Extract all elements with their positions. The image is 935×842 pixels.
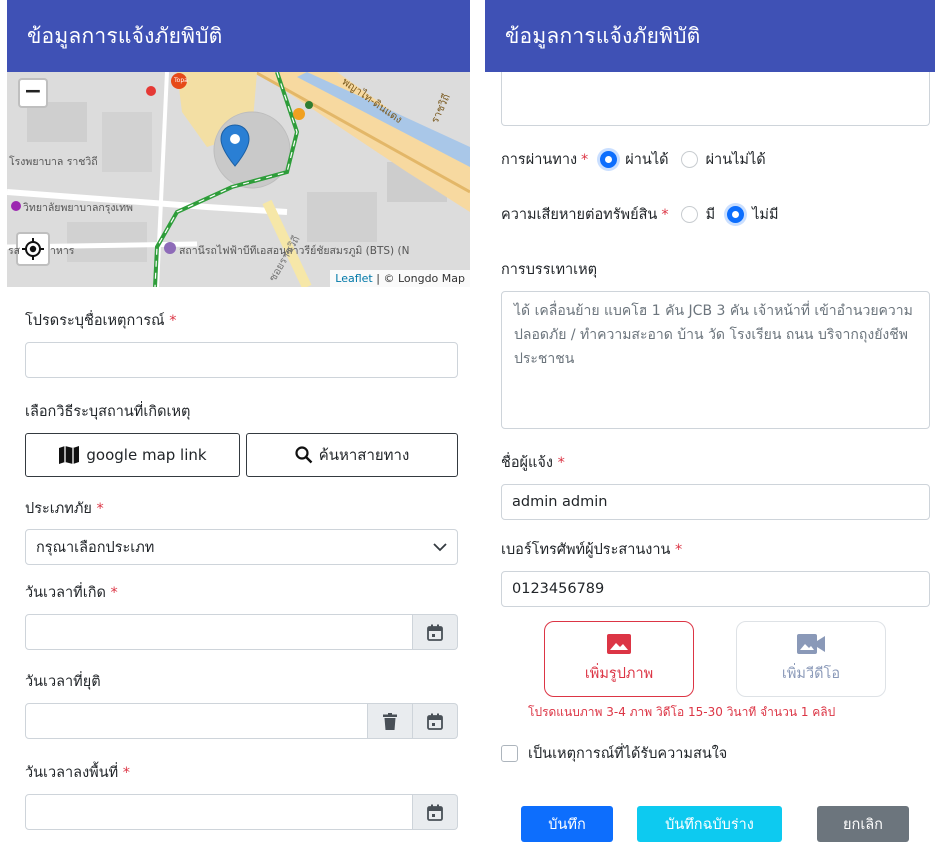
media-note: โปรดแนบภาพ 3-4 ภาพ วิดีโอ 15-30 วินาที จ…: [528, 705, 836, 719]
required-mark: *: [110, 585, 118, 601]
interest-checkbox-label[interactable]: เป็นเหตุการณ์ที่ได้รับความสนใจ: [528, 742, 727, 765]
passable-group: การผ่านทาง * ผ่านได้ ผ่านไม่ได้: [501, 148, 930, 171]
end-datetime-group: [25, 703, 458, 739]
start-datetime-label-text: วันเวลาที่เกิด: [25, 585, 106, 601]
map-attribution: Leaflet | © Longdo Map: [330, 270, 470, 287]
app-bar: ข้อมูลการแจ้งภัยพิบัติ: [485, 0, 935, 72]
page-title: ข้อมูลการแจ้งภัยพิบัติ: [27, 23, 223, 48]
end-datetime-label: วันเวลาที่ยุติ: [25, 674, 101, 690]
passable-yes-label[interactable]: ผ่านได้: [625, 148, 668, 171]
disaster-form: โปรดระบุชื่อเหตุการณ์ * เลือกวิธีระบุสถา…: [7, 309, 470, 830]
reporter-label-text: ชื่อผู้แจ้ง: [501, 455, 553, 471]
calendar-icon: [427, 804, 443, 821]
end-datetime-input[interactable]: [25, 703, 368, 739]
onsite-datetime-input[interactable]: [25, 794, 413, 830]
passable-yes-radio[interactable]: [600, 151, 618, 168]
app-bar: ข้อมูลการแจ้งภัยพิบัติ: [7, 0, 470, 72]
start-datetime-label: วันเวลาที่เกิด *: [25, 581, 458, 604]
add-video-label: เพิ่มวีดีโอ: [781, 665, 841, 682]
clear-datetime-button[interactable]: [368, 703, 413, 739]
save-button[interactable]: บันทึก: [521, 806, 613, 842]
right-screen: ข้อมูลการแจ้งภัยพิบัติ การผ่านทาง * ผ่าน…: [485, 0, 935, 842]
description-textarea[interactable]: ได้ เคลื่อนย้าย แบคโฮ 1 คัน JCB 3 คัน เจ…: [501, 291, 930, 429]
phone-input[interactable]: 0123456789: [501, 571, 930, 607]
reporter-label: ชื่อผู้แจ้ง *: [501, 451, 930, 474]
start-calendar-button[interactable]: [413, 614, 458, 650]
description-label: การบรรเทาเหตุ: [501, 262, 598, 278]
video-icon: [797, 633, 825, 654]
search-route-label: ค้นหาสายทาง: [318, 446, 410, 464]
image-icon: [607, 633, 631, 654]
media-upload-row: เพิ่มรูปภาพ เพิ่มวีดีโอ: [544, 621, 930, 697]
disaster-type-label-text: ประเภทภัย: [25, 501, 92, 517]
google-map-link-button[interactable]: google map link: [25, 433, 240, 477]
map-label-restaurant-2: าหาร: [50, 245, 75, 257]
required-mark: *: [169, 313, 177, 329]
crosshair-icon: [22, 238, 44, 260]
property-damage-group: ความเสียหายต่อทรัพย์สิน * มี ไม่มี: [501, 203, 930, 226]
google-map-link-label: google map link: [86, 446, 207, 464]
map-icon: [59, 446, 80, 464]
disaster-type-select[interactable]: กรุณาเลือกประเภท: [25, 529, 458, 565]
add-photo-label: เพิ่มรูปภาพ: [584, 665, 654, 682]
map-label-college: วิทยาลัยพยาบาลกรุงเทพ: [23, 202, 133, 214]
locate-me-button[interactable]: [16, 232, 50, 266]
disaster-form-continued: การผ่านทาง * ผ่านได้ ผ่านไม่ได้ ความเสีย…: [485, 72, 935, 765]
disaster-type-value: กรุณาเลือกประเภท: [36, 539, 155, 556]
onsite-datetime-group: [25, 794, 458, 830]
add-video-button[interactable]: เพิ่มวีดีโอ: [736, 621, 886, 697]
search-route-button[interactable]: ค้นหาสายทาง: [246, 433, 458, 477]
required-mark: *: [581, 151, 589, 168]
map-view[interactable]: − โรงพยาบาล ราชวิถี วิทยาลัยพยาบาลกรุงเท…: [7, 72, 470, 287]
interest-checkbox-row: เป็นเหตุการณ์ที่ได้รับความสนใจ: [501, 742, 930, 765]
required-mark: *: [675, 542, 683, 558]
map-label-restaurant: รส: [8, 245, 21, 257]
passable-no-radio[interactable]: [680, 151, 698, 168]
end-calendar-button[interactable]: [413, 703, 458, 739]
property-damage-no-radio[interactable]: [727, 206, 745, 223]
search-icon: [295, 446, 313, 464]
location-method-buttons: google map link ค้นหาสายทาง: [25, 433, 458, 477]
property-damage-no-label[interactable]: ไม่มี: [752, 203, 778, 226]
map-label-topa: Topa: [174, 77, 188, 84]
location-method-label: เลือกวิธีระบุสถานที่เกิดเหตุ: [25, 404, 191, 420]
phone-label-text: เบอร์โทรศัพท์ผู้ประสานงาน: [501, 542, 671, 558]
onsite-calendar-button[interactable]: [413, 794, 458, 830]
map-label-hospital: โรงพยาบาล ราชวิถี: [9, 156, 98, 168]
required-mark: *: [122, 765, 131, 781]
leaflet-link[interactable]: Leaflet: [335, 272, 372, 285]
disaster-type-label: ประเภทภัย *: [25, 497, 458, 520]
previous-textarea[interactable]: [501, 72, 930, 126]
property-damage-yes-radio[interactable]: [680, 206, 698, 223]
event-name-label-text: โปรดระบุชื่อเหตุการณ์: [25, 313, 165, 329]
add-photo-button[interactable]: เพิ่มรูปภาพ: [544, 621, 694, 697]
reporter-input[interactable]: admin admin: [501, 484, 930, 520]
calendar-icon: [427, 624, 443, 641]
event-name-label: โปรดระบุชื่อเหตุการณ์ *: [25, 309, 458, 332]
start-datetime-group: [25, 614, 458, 650]
calendar-icon: [427, 713, 443, 730]
trash-icon: [383, 712, 397, 730]
interest-checkbox[interactable]: [501, 745, 518, 762]
passable-label: การผ่านทาง: [501, 152, 578, 168]
passable-no-label[interactable]: ผ่านไม่ได้: [706, 148, 766, 171]
required-mark: *: [557, 455, 565, 471]
event-name-input[interactable]: [25, 342, 458, 378]
start-datetime-input[interactable]: [25, 614, 413, 650]
onsite-datetime-label: วันเวลาลงพื้นที่ *: [25, 761, 458, 784]
cancel-button[interactable]: ยกเลิก: [817, 806, 909, 842]
required-mark: *: [661, 206, 669, 223]
property-damage-yes-label[interactable]: มี: [706, 203, 716, 226]
property-damage-label: ความเสียหายต่อทรัพย์สิน: [501, 207, 658, 223]
phone-label: เบอร์โทรศัพท์ผู้ประสานงาน *: [501, 538, 930, 561]
attribution-text: | © Longdo Map: [372, 272, 465, 285]
location-marker-icon[interactable]: [220, 124, 250, 168]
chevron-down-icon: [433, 542, 447, 551]
save-draft-button[interactable]: บันทึกฉบับร่าง: [637, 806, 782, 842]
left-screen: ข้อมูลการแจ้งภัยพิบัติ − โรงพยาบาล ราชวิ…: [7, 0, 470, 842]
required-mark: *: [96, 501, 104, 517]
onsite-datetime-label-text: วันเวลาลงพื้นที่: [25, 765, 119, 781]
page-title: ข้อมูลการแจ้งภัยพิบัติ: [505, 23, 701, 48]
zoom-out-button[interactable]: −: [18, 78, 48, 108]
